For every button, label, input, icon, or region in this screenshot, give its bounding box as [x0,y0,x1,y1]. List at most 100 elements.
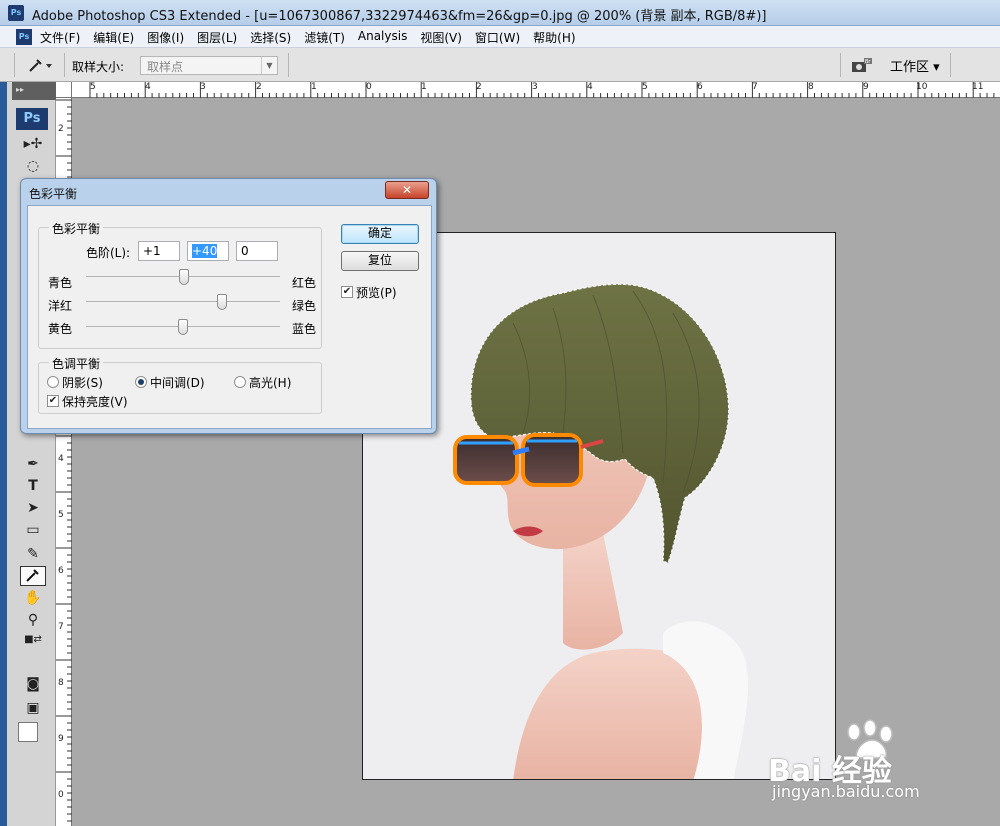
magenta-green-slider-thumb[interactable] [216,294,227,310]
ruler-label: 1 [421,82,427,92]
pen-tool-icon[interactable]: ✒ [20,454,46,474]
notes-tool-icon[interactable]: ✎ [20,544,46,564]
slider-right-label: 蓝色 [292,322,317,336]
menu-help[interactable]: 帮助(H) [533,29,582,46]
path-selection-tool-icon[interactable]: ➤ [20,498,46,518]
workspace-menu[interactable]: 工作区 ▾ [890,56,940,75]
photoshop-logo[interactable]: Ps [16,108,48,130]
quick-mask-icon[interactable]: ◙ [20,674,46,694]
menu-select[interactable]: 选择(S) [250,29,298,46]
tools-panel-grip[interactable]: ▸▸ [12,82,56,100]
magenta-green-slider-track[interactable] [86,301,280,302]
ruler-label: 7 [752,82,758,92]
marquee-tool-icon[interactable]: ◌ [20,156,46,176]
preview-label: 预览(P) [356,286,397,300]
sample-size-select[interactable]: 取样点 ▼ [140,56,278,75]
sample-size-label: 取样大小: [72,60,125,74]
document-icon[interactable]: Ps [16,29,32,45]
slider-left-label: 洋红 [48,299,73,313]
window-title: Adobe Photoshop CS3 Extended - [u=106730… [32,9,767,24]
menu-edit[interactable]: 编辑(E) [93,29,141,46]
ruler-label: 0 [366,82,372,92]
options-divider [950,53,951,77]
eyedropper-tool-icon[interactable] [20,566,46,586]
ruler-label: 3 [532,82,538,92]
shadows-label: 阴影(S) [62,376,103,390]
ruler-label: 0 [58,790,64,800]
options-divider [14,53,15,77]
menu-image[interactable]: 图像(I) [147,29,191,46]
ruler-label: 3 [200,82,206,92]
ruler-label: 5 [642,82,648,92]
sample-size-value: 取样点 [147,60,184,74]
ruler-label: 10 [916,82,928,92]
ruler-label: 4 [58,454,64,464]
options-divider [288,53,289,77]
options-bar: 取样大小: 取样点 ▼ Br 工作区 ▾ [0,48,1000,82]
move-tool-icon[interactable]: ▸✢ [20,134,46,154]
slider-left-label: 青色 [48,276,73,290]
menu-filter[interactable]: 滤镜(T) [304,29,352,46]
preserve-luminosity-checkbox[interactable]: ✔ [47,395,59,407]
shape-tool-icon[interactable]: ▭ [20,520,46,540]
menu-window[interactable]: 窗口(W) [475,29,527,46]
ruler-origin[interactable] [56,82,72,98]
ruler-label: 4 [145,82,151,92]
swap-colors-icon[interactable]: ■⇄ [20,630,46,650]
ruler-label: 2 [256,82,262,92]
reset-button[interactable]: 复位 [341,251,419,271]
menu-file[interactable]: 文件(F) [40,29,87,46]
tone-balance-group-label: 色调平衡 [49,355,104,372]
level-yellow-blue-field[interactable]: 0 [236,241,278,261]
color-balance-dialog: 色彩平衡 ✕ 色彩平衡 色阶(L): +1 +40 0 青色 红色 洋红 绿色 … [20,178,437,434]
close-button[interactable]: ✕ [385,181,429,199]
preserve-luminosity-label: 保持亮度(V) [62,395,128,409]
screen-mode-icon[interactable]: ▣ [20,698,46,718]
foreground-color-swatch[interactable] [18,722,38,742]
midtones-radio[interactable] [135,376,147,388]
menu-analysis[interactable]: Analysis [358,29,414,46]
window-title-bar: Ps Adobe Photoshop CS3 Extended - [u=106… [0,0,1000,26]
photoshop-app-icon: Ps [8,5,24,21]
highlights-radio[interactable] [234,376,246,388]
ruler-label: 9 [58,734,64,744]
highlights-label: 高光(H) [249,376,292,390]
ruler-label: 5 [90,82,96,92]
type-tool-icon[interactable]: T [20,476,46,496]
yellow-blue-slider-thumb[interactable] [178,319,188,335]
menu-layer[interactable]: 图层(L) [197,29,244,46]
chevron-down-icon: ▼ [261,57,277,74]
menu-view[interactable]: 视图(V) [420,29,469,46]
menu-bar: Ps 文件(F) 编辑(E) 图像(I) 图层(L) 选择(S) 滤镜(T) A… [0,26,1000,48]
ruler-label: 5 [58,510,64,520]
ruler-label: 7 [58,622,64,632]
zoom-tool-icon[interactable]: ⚲ [20,610,46,630]
horizontal-ruler[interactable]: 5 4 3 2 1 0 1 2 3 4 5 6 7 8 9 10 11 [72,82,1000,98]
ruler-label: 2 [476,82,482,92]
shadows-radio[interactable] [47,376,59,388]
cyan-red-slider-thumb[interactable] [178,269,189,285]
sunglasses [453,433,604,487]
slider-right-label: 绿色 [292,299,317,313]
ruler-label: 6 [58,566,64,576]
ruler-label: 9 [863,82,869,92]
options-divider [64,53,65,77]
slider-left-label: 黄色 [48,322,73,336]
baidu-url: jingyan.baidu.com [772,782,920,801]
ruler-label: 8 [808,82,814,92]
hand-tool-icon[interactable]: ✋ [20,588,46,608]
options-divider [840,53,841,77]
level-magenta-green-field[interactable]: +40 [187,241,229,261]
color-balance-group-label: 色彩平衡 [49,220,104,237]
preview-checkbox[interactable]: ✔ [341,286,353,298]
ruler-label: 11 [972,82,984,92]
level-cyan-red-field[interactable]: +1 [138,241,180,261]
eyedropper-preset-icon[interactable] [26,56,58,74]
slider-right-label: 红色 [292,276,317,290]
ruler-label: 6 [697,82,703,92]
svg-text:Br: Br [865,59,871,65]
desktop-edge [0,82,7,826]
bridge-icon[interactable]: Br [848,56,876,74]
ok-button[interactable]: 确定 [341,224,419,244]
ruler-label: 2 [58,124,64,134]
